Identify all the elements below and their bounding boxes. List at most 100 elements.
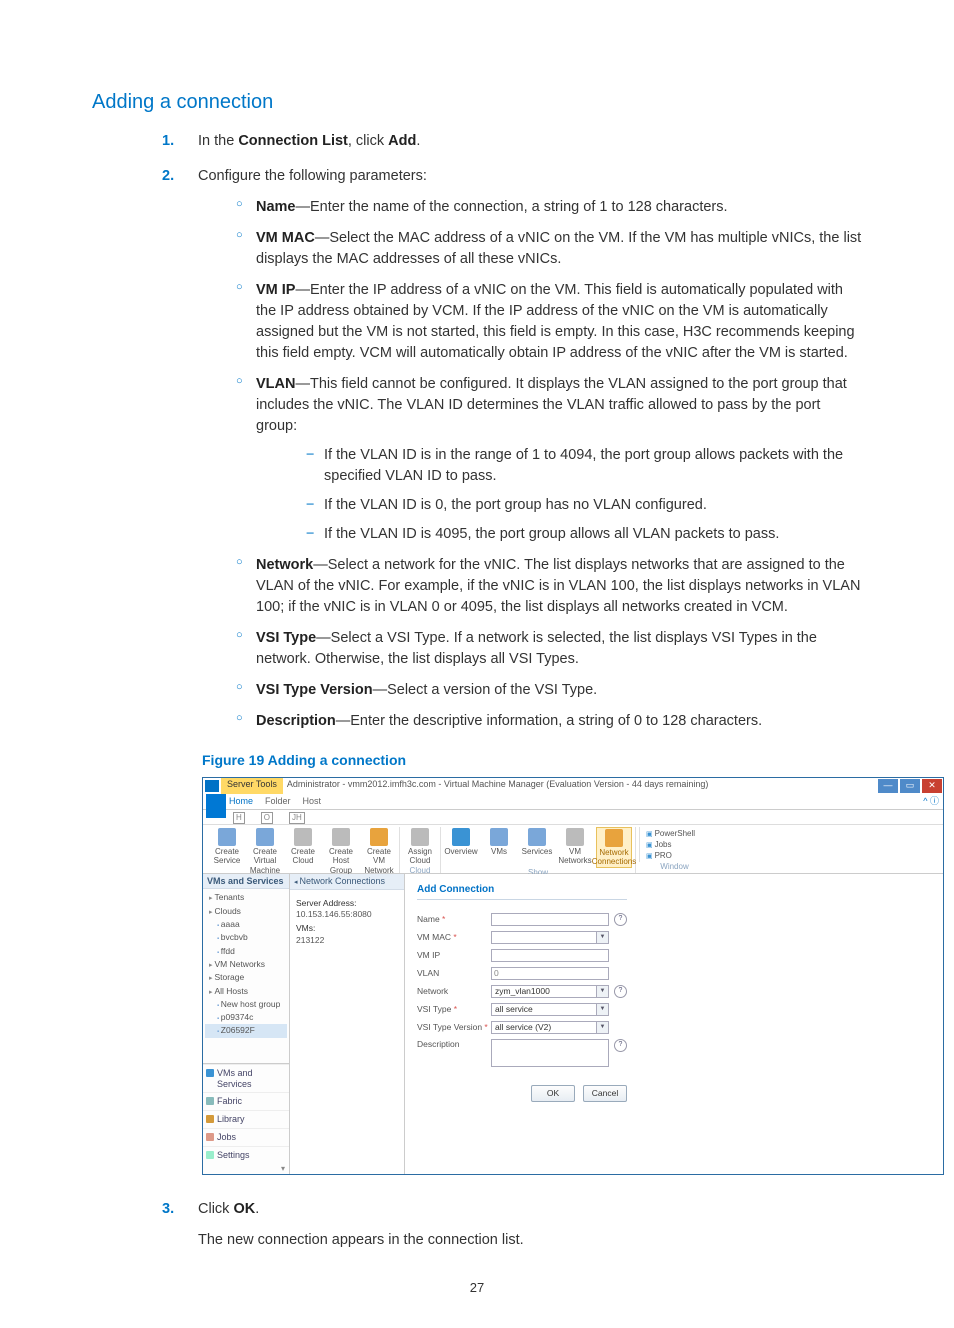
form-label-vsi-type-version: VSI Type Version xyxy=(417,1022,491,1032)
step-2-text: Configure the following parameters: xyxy=(198,168,427,184)
bold: OK xyxy=(233,1201,255,1217)
param-vm-mac: VM MAC—Select the MAC address of a vNIC … xyxy=(236,228,862,270)
ribbon-overview[interactable]: Overview xyxy=(444,827,478,868)
tab-home[interactable]: Home xyxy=(229,796,253,809)
form-label-vm-ip: VM IP xyxy=(417,950,491,960)
file-menu-icon[interactable] xyxy=(206,794,226,818)
ribbon-services[interactable]: Services xyxy=(520,827,554,868)
nav-all-hosts[interactable]: All Hosts xyxy=(205,985,287,998)
text: —Enter the IP address of a vNIC on the V… xyxy=(256,282,855,361)
vlan-zero-note: If the VLAN ID is 0, the port group has … xyxy=(306,495,862,516)
window-body: VMs and Services Tenants Clouds aaaa bvc… xyxy=(203,874,943,1174)
step-3-text: Click OK. xyxy=(198,1201,259,1217)
cancel-button[interactable]: Cancel xyxy=(583,1085,627,1102)
subtab-jh[interactable]: JH xyxy=(289,812,305,824)
nav-bottom-library[interactable]: Library xyxy=(203,1110,289,1128)
network-select[interactable]: zym_vlan1000▼ xyxy=(491,985,609,998)
ribbon: Create Service Create Virtual Machine ▾ … xyxy=(203,825,943,874)
step-3-result: The new connection appears in the connec… xyxy=(198,1230,862,1251)
server-address-label: Server Address: xyxy=(296,898,398,908)
tab-folder[interactable]: Folder xyxy=(265,796,291,809)
ribbon-vms[interactable]: VMs xyxy=(482,827,516,868)
nav-storage[interactable]: Storage xyxy=(205,971,287,984)
description-input[interactable] xyxy=(491,1039,609,1067)
server-tools-badge: Server Tools xyxy=(221,778,283,794)
nav-cloud-item[interactable]: aaaa xyxy=(205,918,287,931)
name-input[interactable] xyxy=(491,913,609,926)
text: In the xyxy=(198,133,238,149)
help-icon[interactable]: ? xyxy=(614,913,627,926)
help-icon[interactable]: ^ ⓘ xyxy=(923,796,939,809)
nav-host-item[interactable]: New host group xyxy=(205,998,287,1011)
vmm-window: Server Tools Administrator - vmm2012.imf… xyxy=(202,777,944,1175)
window-title: Administrator - vmm2012.imfh3c.com - Vir… xyxy=(283,778,877,794)
form-title: Add Connection xyxy=(417,884,627,900)
nav-bottom-fabric[interactable]: Fabric xyxy=(203,1092,289,1110)
vsi-type-select[interactable]: all service▼ xyxy=(491,1003,609,1016)
figure-caption: Figure 19 Adding a connection xyxy=(202,750,862,770)
form-label-vlan: VLAN xyxy=(417,968,491,978)
ribbon-vm-networks[interactable]: VM Networks xyxy=(558,827,592,868)
tab-host[interactable]: Host xyxy=(303,796,322,809)
text: , click xyxy=(348,133,388,149)
nav-cloud-item[interactable]: ffdd xyxy=(205,945,287,958)
step-1-text: In the Connection List, click Add. xyxy=(198,133,420,149)
page-number: 27 xyxy=(92,1279,862,1298)
param-vm-ip: VM IP—Enter the IP address of a vNIC on … xyxy=(236,280,862,364)
window-minimize-button[interactable]: — xyxy=(878,779,898,793)
ribbon-jobs[interactable]: Jobs xyxy=(646,840,706,850)
text: —Select a network for the vNIC. The list… xyxy=(256,557,860,615)
nav-bottom-settings[interactable]: Settings xyxy=(203,1146,289,1164)
ribbon-assign-cloud[interactable]: Assign Cloud xyxy=(403,827,437,866)
nav-panel: VMs and Services Tenants Clouds aaaa bvc… xyxy=(203,874,290,1174)
nav-tenants[interactable]: Tenants xyxy=(205,891,287,904)
nav-bottom-jobs[interactable]: Jobs xyxy=(203,1128,289,1146)
window-maximize-button[interactable]: ▭ xyxy=(900,779,920,793)
text: —Enter the descriptive information, a st… xyxy=(336,713,762,729)
window-close-button[interactable]: ✕ xyxy=(922,779,942,793)
bold: VM MAC xyxy=(256,230,315,246)
server-address-value: 10.153.146.55:8080 xyxy=(296,909,398,919)
ok-button[interactable]: OK xyxy=(531,1085,575,1102)
vsi-type-version-select[interactable]: all service (V2)▼ xyxy=(491,1021,609,1034)
window-titlebar: Server Tools Administrator - vmm2012.imf… xyxy=(203,778,943,794)
vm-mac-select[interactable]: ▼ xyxy=(491,931,609,944)
chevron-down-icon: ▼ xyxy=(596,986,608,997)
text: —Enter the name of the connection, a str… xyxy=(296,199,728,215)
step-number: 1. xyxy=(162,131,174,152)
mid-panel: Network Connections Server Address: 10.1… xyxy=(290,874,405,1174)
chevron-down-icon: ▼ xyxy=(596,1022,608,1033)
nav-cloud-item[interactable]: bvcbvb xyxy=(205,931,287,944)
ribbon-subtabs: H O JH xyxy=(203,810,943,825)
section-heading: Adding a connection xyxy=(92,88,862,117)
text: . xyxy=(416,133,420,149)
vm-ip-input[interactable] xyxy=(491,949,609,962)
nav-vm-networks[interactable]: VM Networks xyxy=(205,958,287,971)
ribbon-network-connections[interactable]: Network Connections xyxy=(596,827,632,868)
bold: Network xyxy=(256,557,313,573)
subtab-o[interactable]: O xyxy=(261,812,273,824)
bold: Add xyxy=(388,133,416,149)
subtab-h[interactable]: H xyxy=(233,812,245,824)
app-icon xyxy=(205,780,219,792)
nav-bottom-vms[interactable]: VMs and Services xyxy=(203,1064,289,1093)
vms-label: VMs: xyxy=(296,923,398,933)
form-label-vm-mac: VM MAC xyxy=(417,932,491,942)
step-1: 1. In the Connection List, click Add. xyxy=(162,131,862,152)
nav-host-item[interactable]: p09374c xyxy=(205,1011,287,1024)
step-number: 3. xyxy=(162,1199,174,1220)
ribbon-powershell[interactable]: PowerShell xyxy=(646,829,706,839)
nav-clouds[interactable]: Clouds xyxy=(205,905,287,918)
step-number: 2. xyxy=(162,166,174,187)
nav-collapse-icon[interactable]: ▾ xyxy=(203,1164,289,1174)
ribbon-pro[interactable]: PRO xyxy=(646,851,706,861)
help-icon[interactable]: ? xyxy=(614,1039,627,1052)
param-vlan: VLAN—This field cannot be configured. It… xyxy=(236,374,862,545)
form-label-vsi-type: VSI Type xyxy=(417,1004,491,1014)
param-name: Name—Enter the name of the connection, a… xyxy=(236,197,862,218)
nav-host-item-selected[interactable]: Z06592F xyxy=(205,1024,287,1037)
mid-panel-title: Network Connections xyxy=(290,874,404,890)
help-icon[interactable]: ? xyxy=(614,985,627,998)
nav-section-header: VMs and Services xyxy=(203,874,289,890)
vlan-4095-note: If the VLAN ID is 4095, the port group a… xyxy=(306,524,862,545)
